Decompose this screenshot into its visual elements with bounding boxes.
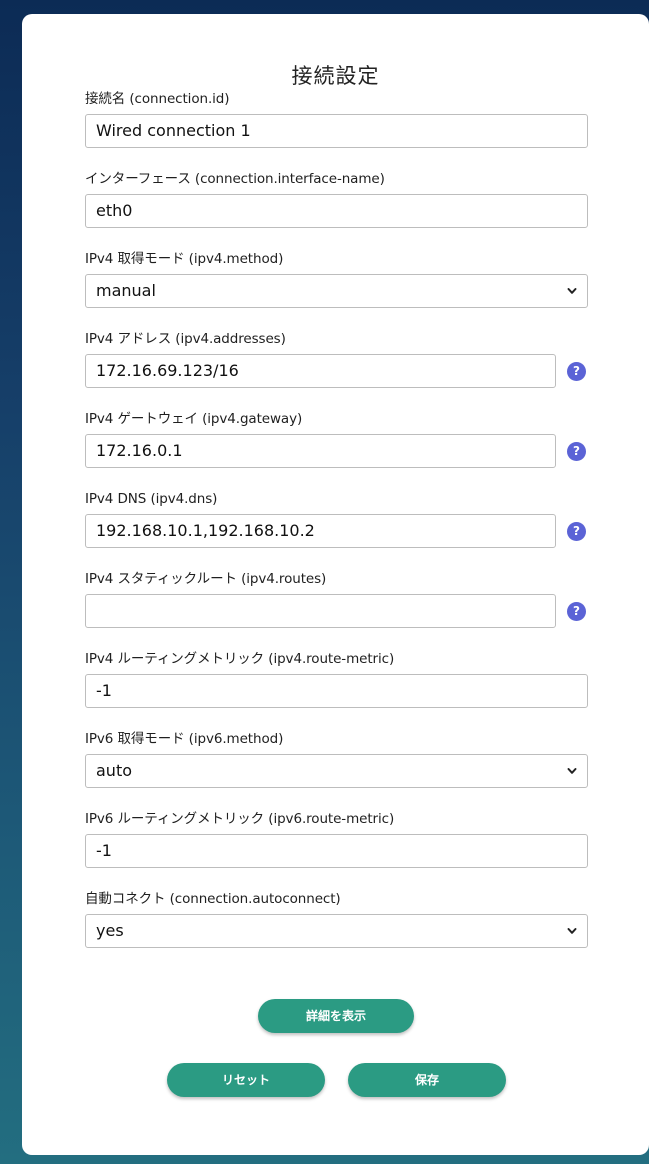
- ipv4-method-label: IPv4 取得モード (ipv4.method): [85, 251, 284, 267]
- ipv4-route-metric-label: IPv4 ルーティングメトリック (ipv4.route-metric): [85, 651, 395, 667]
- ipv6-method-select[interactable]: auto: [85, 754, 588, 788]
- interface-name-field: インターフェース (connection.interface-name) eth…: [85, 170, 588, 228]
- ipv4-gateway-input[interactable]: 172.16.0.1: [85, 434, 556, 468]
- autoconnect-select[interactable]: yes: [85, 914, 588, 948]
- chevron-down-icon: [567, 288, 577, 294]
- ipv4-routes-input[interactable]: [85, 594, 556, 628]
- interface-name-label: インターフェース (connection.interface-name): [85, 171, 385, 187]
- ipv4-method-select[interactable]: manual: [85, 274, 588, 308]
- settings-card: 接続設定 接続名 (connection.id) Wired connectio…: [22, 14, 649, 1155]
- ipv4-gateway-label: IPv4 ゲートウェイ (ipv4.gateway): [85, 411, 303, 427]
- ipv6-route-metric-label: IPv6 ルーティングメトリック (ipv6.route-metric): [85, 811, 395, 827]
- chevron-down-icon: [567, 768, 577, 774]
- ipv6-method-label: IPv6 取得モード (ipv6.method): [85, 731, 284, 747]
- question-circle-icon[interactable]: ?: [567, 522, 586, 541]
- ipv4-addresses-label: IPv4 アドレス (ipv4.addresses): [85, 331, 286, 347]
- connection-id-input[interactable]: Wired connection 1: [85, 114, 588, 148]
- ipv4-dns-label: IPv4 DNS (ipv4.dns): [85, 491, 218, 507]
- connection-id-field: 接続名 (connection.id) Wired connection 1: [85, 90, 588, 148]
- question-circle-icon[interactable]: ?: [567, 362, 586, 381]
- ipv4-addresses-input[interactable]: 172.16.69.123/16: [85, 354, 556, 388]
- ipv4-routes-label: IPv4 スタティックルート (ipv4.routes): [85, 571, 327, 587]
- question-circle-icon[interactable]: ?: [567, 442, 586, 461]
- ipv6-method-value: auto: [96, 761, 133, 780]
- ipv4-route-metric-field: IPv4 ルーティングメトリック (ipv4.route-metric) -1: [85, 650, 588, 708]
- page-title: 接続設定: [291, 64, 380, 88]
- ipv4-method-field: IPv4 取得モード (ipv4.method) manual: [85, 250, 588, 308]
- ipv4-addresses-field: IPv4 アドレス (ipv4.addresses) 172.16.69.123…: [85, 330, 588, 388]
- autoconnect-label: 自動コネクト (connection.autoconnect): [85, 891, 341, 907]
- autoconnect-value: yes: [96, 921, 124, 940]
- ipv4-dns-field: IPv4 DNS (ipv4.dns) 192.168.10.1,192.168…: [85, 490, 588, 548]
- ipv6-route-metric-input[interactable]: -1: [85, 834, 588, 868]
- autoconnect-field: 自動コネクト (connection.autoconnect) yes: [85, 890, 588, 948]
- chevron-down-icon: [567, 928, 577, 934]
- save-button[interactable]: 保存: [348, 1063, 506, 1097]
- reset-button[interactable]: リセット: [167, 1063, 325, 1097]
- ipv4-dns-input[interactable]: 192.168.10.1,192.168.10.2: [85, 514, 556, 548]
- ipv4-route-metric-input[interactable]: -1: [85, 674, 588, 708]
- ipv6-route-metric-field: IPv6 ルーティングメトリック (ipv6.route-metric) -1: [85, 810, 588, 868]
- ipv6-method-field: IPv6 取得モード (ipv6.method) auto: [85, 730, 588, 788]
- ipv4-method-value: manual: [96, 281, 156, 300]
- ipv4-routes-field: IPv4 スタティックルート (ipv4.routes) ?: [85, 570, 588, 628]
- connection-id-label: 接続名 (connection.id): [85, 91, 230, 107]
- question-circle-icon[interactable]: ?: [567, 602, 586, 621]
- show-details-button[interactable]: 詳細を表示: [258, 999, 414, 1033]
- interface-name-input[interactable]: eth0: [85, 194, 588, 228]
- ipv4-gateway-field: IPv4 ゲートウェイ (ipv4.gateway) 172.16.0.1 ?: [85, 410, 588, 468]
